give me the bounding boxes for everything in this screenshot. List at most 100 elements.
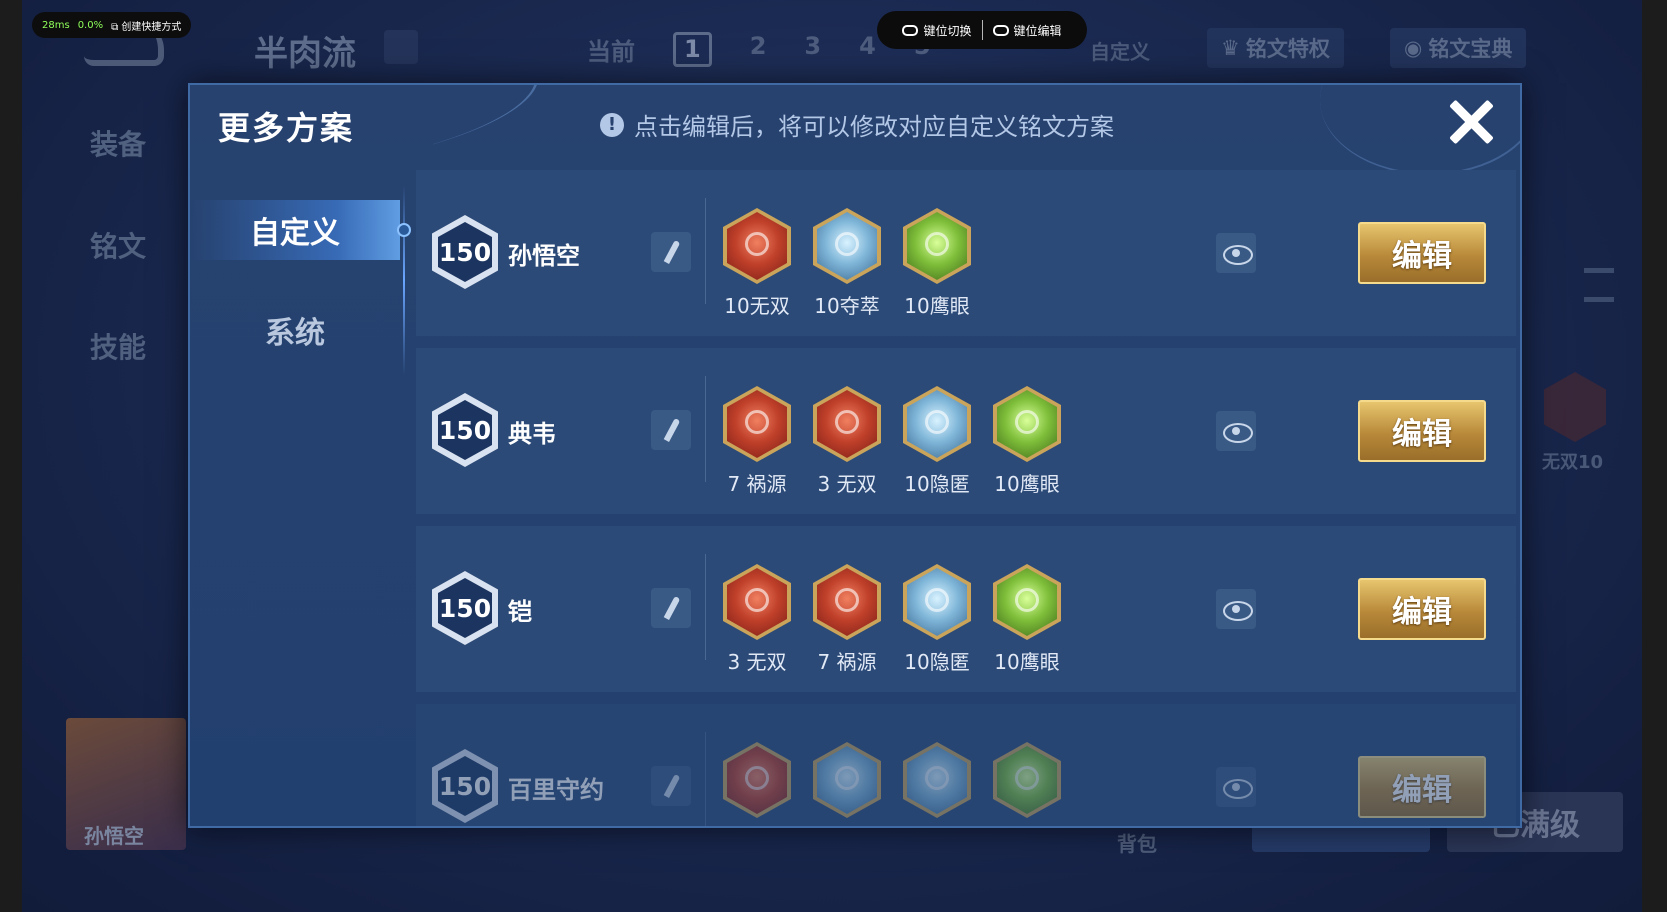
preview-eye-icon[interactable]	[1216, 767, 1256, 807]
rune-blue-icon	[813, 742, 881, 818]
scheme-title: 半肉流	[254, 34, 356, 74]
rune-blue-icon	[903, 742, 971, 818]
rune-slot: 10夺萃	[811, 208, 883, 319]
rune-label: 3 无双	[817, 472, 877, 496]
rune-slot: 10鹰眼	[991, 386, 1063, 497]
rune-red-icon	[723, 208, 791, 284]
gamepad-icon	[992, 24, 1009, 36]
rune-red-icon	[723, 742, 791, 818]
dialog-hint: ! 点击编辑后，将可以修改对应自定义铭文方案	[600, 107, 1114, 142]
divider	[705, 376, 706, 482]
rune-label: 3 无双	[727, 650, 787, 674]
preview-eye-icon[interactable]	[1216, 233, 1256, 273]
rune-red-icon	[723, 564, 791, 640]
game-screen: 半肉流 当前 1 2 3 4 5 自定义 ♛ 铭文特权 ◉ 铭文宝典 装备 铭文…	[22, 0, 1642, 912]
side-menu-runes[interactable]: 铭文	[90, 225, 146, 265]
tab-current[interactable]: 当前	[587, 32, 635, 67]
scheme-row: 150 孙悟空 10无双 10夺萃 10鹰眼 编辑	[416, 170, 1516, 336]
bag-label[interactable]: 背包	[1117, 828, 1157, 857]
keymap-edit-button[interactable]: 键位编辑	[992, 22, 1062, 39]
rename-icon[interactable]	[651, 588, 691, 628]
hero-name: 百里守约	[508, 776, 604, 804]
tab-custom[interactable]: 自定义	[1090, 36, 1150, 65]
hint-text: 点击编辑后，将可以修改对应自定义铭文方案	[634, 113, 1114, 141]
level-badge: 150	[432, 393, 498, 467]
rune-red-icon	[723, 386, 791, 462]
scheme-row: 150 铠 3 无双 7 祸源 10隐匿 10鹰眼 编辑	[416, 526, 1516, 692]
rune-codex-button[interactable]: ◉ 铭文宝典	[1390, 28, 1527, 68]
rename-icon[interactable]	[651, 232, 691, 272]
rune-slot	[901, 742, 973, 824]
rune-slot: 10隐匿	[901, 386, 973, 497]
edit-button[interactable]: 编辑	[1358, 222, 1486, 284]
rune-slot: 10鹰眼	[991, 564, 1063, 675]
info-icon: !	[600, 112, 624, 137]
rune-list: 7 祸源 3 无双 10隐匿 10鹰眼	[721, 386, 1063, 497]
tab-2[interactable]: 2	[750, 32, 767, 67]
rune-slot: 10无双	[721, 208, 793, 319]
shortcut-button[interactable]: ⧉ 创建快捷方式	[111, 18, 181, 33]
shortcut-label: 创建快捷方式	[121, 21, 182, 33]
nav-indicator	[397, 223, 411, 237]
rune-list: 10无双 10夺萃 10鹰眼	[721, 208, 973, 319]
divider	[705, 732, 706, 826]
edit-button[interactable]: 编辑	[1358, 400, 1486, 462]
level-badge: 150	[432, 215, 498, 289]
rune-green-icon	[903, 208, 971, 284]
grid-icon[interactable]	[384, 30, 418, 64]
nav-divider	[403, 185, 405, 375]
preview-eye-icon[interactable]	[1216, 411, 1256, 451]
window-edge	[1642, 0, 1667, 912]
rune-slot: 3 无双	[721, 564, 793, 675]
rune-preview-icon	[1544, 372, 1606, 442]
rune-green-icon	[993, 564, 1061, 640]
level-value: 150	[438, 222, 492, 282]
rune-green-icon	[993, 386, 1061, 462]
hero-name: 铠	[508, 598, 532, 626]
rune-red-icon	[813, 564, 881, 640]
tab-1[interactable]: 1	[673, 32, 712, 67]
rune-label: 10鹰眼	[904, 294, 970, 318]
tab-4[interactable]: 4	[859, 32, 876, 67]
nav-system[interactable]: 系统	[190, 300, 400, 360]
rename-icon[interactable]	[651, 410, 691, 450]
rune-blue-icon	[813, 208, 881, 284]
loss-value: 0.0%	[77, 19, 104, 31]
more-schemes-dialog: 更多方案 ! 点击编辑后，将可以修改对应自定义铭文方案 自定义 系统 150 孙…	[188, 83, 1522, 828]
rune-slot: 10鹰眼	[901, 208, 973, 319]
crown-icon: ♛	[1221, 36, 1240, 60]
latency-value: 28ms	[42, 19, 70, 31]
rune-label: 7 祸源	[817, 650, 877, 674]
gamepad-icon	[902, 24, 919, 36]
close-icon[interactable]	[1446, 97, 1496, 147]
rune-slot	[991, 742, 1063, 824]
side-menu-equipment[interactable]: 装备	[90, 123, 146, 163]
edit-button[interactable]: 编辑	[1358, 756, 1486, 818]
tab-3[interactable]: 3	[804, 32, 821, 67]
hero-name: 孙悟空	[508, 242, 580, 270]
hero-name: 典韦	[508, 420, 556, 448]
rune-label: 10鹰眼	[994, 650, 1060, 674]
menu-icon[interactable]	[1584, 268, 1614, 302]
keymap-overlay: 键位切换 键位编辑	[877, 11, 1087, 49]
keymap-switch-button[interactable]: 键位切换	[902, 22, 972, 39]
edit-button[interactable]: 编辑	[1358, 578, 1486, 640]
rune-slot	[811, 742, 883, 824]
rune-slot: 7 祸源	[811, 564, 883, 675]
rune-list	[721, 742, 1063, 824]
level-badge: 150	[432, 571, 498, 645]
hero-name: 孙悟空	[84, 824, 144, 848]
rune-slot: 10隐匿	[901, 564, 973, 675]
rune-label: 10夺萃	[814, 294, 880, 318]
side-menu-skills[interactable]: 技能	[90, 326, 146, 366]
preview-eye-icon[interactable]	[1216, 589, 1256, 629]
badge-icon: ◉	[1404, 36, 1423, 60]
rune-label: 10隐匿	[904, 650, 970, 674]
rune-blue-icon	[903, 386, 971, 462]
rune-green-icon	[993, 742, 1061, 818]
keymap-switch-label: 键位切换	[923, 23, 972, 38]
nav-custom[interactable]: 自定义	[190, 200, 400, 260]
rune-privilege-button[interactable]: ♛ 铭文特权	[1207, 28, 1344, 68]
rename-icon[interactable]	[651, 766, 691, 806]
scheme-list: 150 孙悟空 10无双 10夺萃 10鹰眼 编辑 150 典韦 7 祸源 3 …	[416, 170, 1516, 826]
